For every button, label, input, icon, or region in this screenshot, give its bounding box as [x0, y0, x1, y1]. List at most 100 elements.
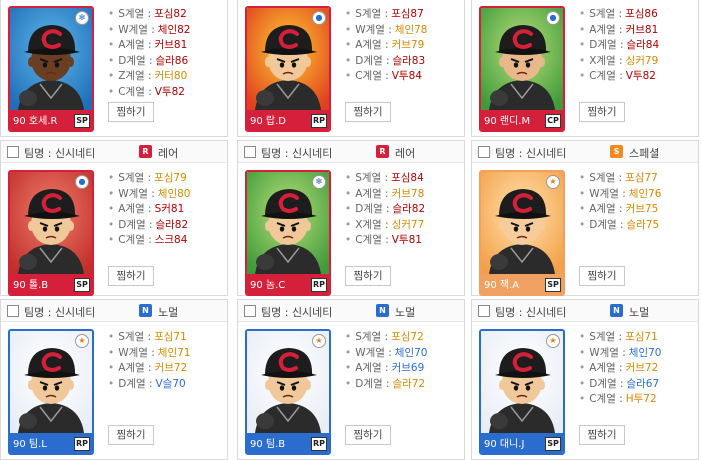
pitch-item: • C계열 : 스크84 — [108, 233, 190, 249]
pitch-category: X계열 : — [355, 218, 389, 231]
wishlist-button[interactable]: 찜하기 — [108, 266, 154, 286]
bullet: • — [108, 377, 115, 390]
team-name: 팀명 : 신시네티 — [261, 306, 333, 319]
player-card-image[interactable]: ✻ 90 놈.C RP — [245, 170, 331, 296]
bullet: • — [579, 70, 586, 82]
pitch-item: • C계열 : V투82 — [108, 85, 190, 101]
pitch-value: 체인71 — [157, 346, 191, 359]
bullet: • — [579, 331, 586, 343]
pitch-category: A계열 : — [589, 203, 623, 215]
wishlist-button[interactable]: 찜하기 — [579, 425, 625, 445]
pitch-list: • S계열 : 포심79 • W계열 : 체인80 • A계열 : S커81 • D계열 : 슬라82… — [108, 171, 190, 249]
pitch-category: A계열 : — [355, 187, 389, 200]
pitch-item: • W계열 : 체인70 — [345, 346, 427, 362]
bullet: • — [345, 331, 352, 343]
pitch-value: 커터80 — [154, 70, 188, 82]
bullet: • — [345, 234, 352, 246]
pitch-value: 싱커79 — [625, 54, 659, 67]
pitch-category: W계열 : — [118, 346, 155, 359]
bullet: • — [579, 393, 586, 405]
player-card-image[interactable]: ★ 90 대니.J SP — [479, 329, 565, 455]
grade-icon: N — [376, 304, 389, 317]
pitch-category: C계열 : — [589, 70, 623, 82]
pitch-category: D계열 : — [355, 54, 390, 67]
player-card-image[interactable]: ★ 90 잭.A SP — [479, 170, 565, 296]
pitch-item: • S계열 : 포심87 — [345, 7, 427, 23]
player-card-image[interactable]: ★ 90 팀.B RP — [245, 329, 331, 455]
wishlist-button[interactable]: 찜하기 — [345, 102, 391, 122]
position-badge: RP — [73, 437, 90, 451]
pitch-item: • A계열 : S커81 — [108, 202, 190, 218]
wishlist-button[interactable]: 찜하기 — [108, 102, 154, 122]
bullet: • — [345, 203, 352, 215]
pitch-category: C계열 : — [118, 85, 152, 98]
pitch-item: • W계열 : 체인82 — [108, 23, 190, 39]
pitch-category: S계열 : — [355, 331, 389, 343]
wishlist-button[interactable]: 찜하기 — [579, 266, 625, 286]
pitch-category: S계열 : — [118, 172, 152, 184]
pitch-value: 포심71 — [154, 331, 187, 343]
pitch-value: 슬라82 — [392, 203, 426, 215]
pitch-item: • W계열 : 체인71 — [108, 346, 190, 362]
player-name: 90 놈.C — [250, 280, 286, 291]
pitch-category: A계열 : — [118, 39, 152, 51]
pitch-item: • C계열 : V투84 — [345, 69, 427, 85]
pitch-item: • S계열 : 포심71 — [108, 330, 190, 346]
pitch-value: 커브78 — [391, 187, 425, 200]
pitch-item: • S계열 : 포심84 — [345, 171, 425, 187]
player-card-image[interactable]: ● 90 랍.D RP — [245, 6, 331, 132]
pitch-list: • S계열 : 포심77 • W계열 : 체인76 • A계열 : 커브75 • D계열 : 슬라75 — [579, 171, 661, 233]
player-name: 90 톨.B — [13, 280, 49, 291]
cell-header: 팀명 : 신시네티 N 노멀 — [238, 300, 464, 322]
pitch-value: 커브81 — [625, 23, 659, 36]
select-checkbox[interactable] — [478, 305, 490, 317]
grade-icon: N — [610, 304, 623, 317]
pitch-value: 체인82 — [157, 23, 191, 36]
team-name: 팀명 : 신시네티 — [24, 147, 96, 160]
select-checkbox[interactable] — [7, 305, 19, 317]
bullet: • — [579, 377, 586, 390]
pitch-value: 포심72 — [391, 331, 424, 343]
pitch-value: 체인76 — [628, 187, 662, 200]
bullet: • — [108, 203, 115, 215]
team-name: 팀명 : 신시네티 — [261, 147, 333, 160]
bullet: • — [108, 362, 115, 374]
pitch-value: 포심84 — [391, 172, 424, 184]
player-card-image[interactable]: ● 90 랜디.M CP — [479, 6, 565, 132]
pitch-value: 포심79 — [154, 172, 187, 184]
pitch-value: 커브79 — [391, 39, 425, 51]
cell-header: 팀명 : 신시네티 R 레어 — [1, 141, 227, 163]
select-checkbox[interactable] — [478, 146, 490, 158]
grade-icon: S — [610, 145, 623, 158]
player-card-cell: 팀명 : 신시네티 N 노멀 ★ 90 팀.B RP • S계열 : 포심72 • W계열 : 체인7… — [237, 299, 465, 460]
pitch-value: 커브69 — [391, 362, 425, 374]
position-badge: RP — [310, 278, 327, 292]
grade-label: 스페셜 — [629, 147, 660, 160]
grade-label: 노멀 — [395, 306, 416, 319]
player-card-image[interactable]: ★ 90 팀.L RP — [8, 329, 94, 455]
pitch-category: D계열 : — [589, 39, 624, 51]
wishlist-button[interactable]: 찜하기 — [579, 102, 625, 122]
wishlist-button[interactable]: 찜하기 — [108, 425, 154, 445]
snowflake-icon: ✻ — [312, 175, 326, 189]
bullet: • — [108, 54, 115, 67]
pitch-item: • D계열 : 슬라67 — [579, 377, 661, 393]
team-name: 팀명 : 신시네티 — [495, 147, 567, 160]
wishlist-button[interactable]: 찜하기 — [345, 425, 391, 445]
select-checkbox[interactable] — [7, 146, 19, 158]
select-checkbox[interactable] — [244, 305, 256, 317]
pitch-item: • S계열 : 포심79 — [108, 171, 190, 187]
bullet: • — [579, 362, 586, 374]
pitch-category: C계열 : — [589, 393, 623, 405]
player-card-cell: ✻ 90 호세.R SP • S계열 : 포심82 • W계열 : 체인82 • A계열 : 커브81… — [0, 0, 228, 137]
pitch-value: 슬라84 — [626, 39, 660, 51]
player-name: 90 팀.B — [250, 439, 286, 450]
bullet: • — [108, 70, 115, 82]
pitch-value: 포심71 — [625, 331, 658, 343]
select-checkbox[interactable] — [244, 146, 256, 158]
grade-label: 레어 — [158, 147, 179, 160]
player-card-image[interactable]: ● 90 톨.B SP — [8, 170, 94, 296]
player-card-image[interactable]: ✻ 90 호세.R SP — [8, 6, 94, 132]
pitch-category: A계열 : — [589, 362, 623, 374]
wishlist-button[interactable]: 찜하기 — [345, 266, 391, 286]
